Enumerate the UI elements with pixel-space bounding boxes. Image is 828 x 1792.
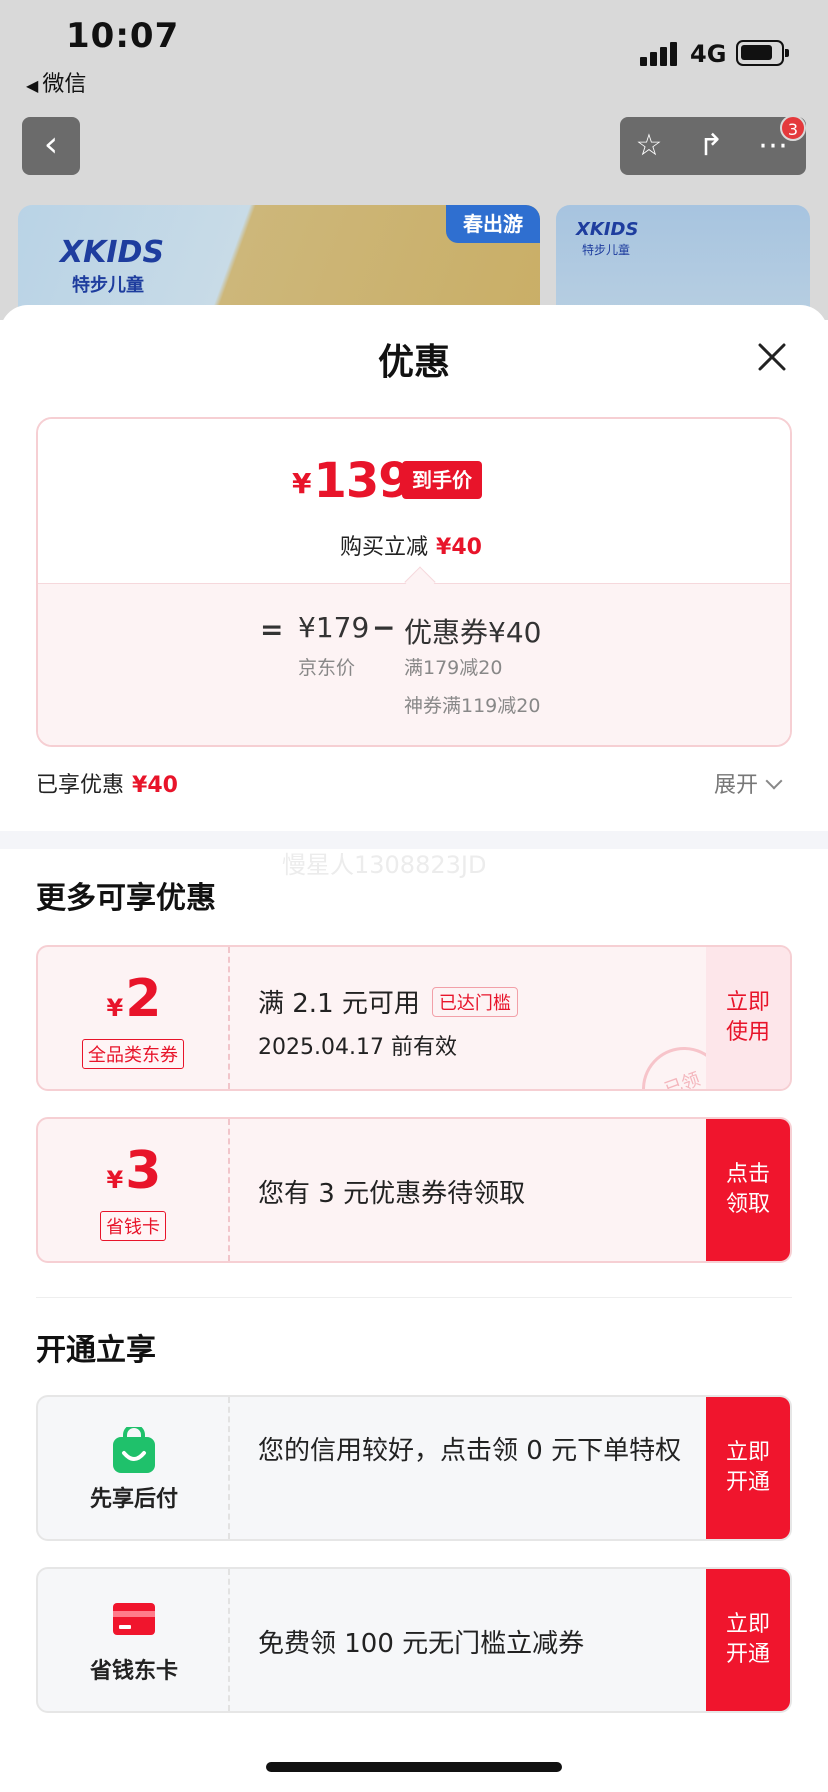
open-now-button[interactable]: 立即开通	[706, 1397, 790, 1539]
coupon-line: 神券满119减20	[404, 695, 541, 717]
brand-logo-2: XKIDS	[576, 219, 639, 240]
red-card-icon	[38, 1599, 230, 1643]
nav-back-button[interactable]: ‹	[22, 117, 80, 175]
back-app-label: 微信	[42, 72, 87, 97]
share-icon[interactable]: ↱	[682, 117, 740, 175]
back-to-app-link[interactable]: ◀ 微信	[26, 66, 86, 98]
final-price: ¥139	[292, 453, 412, 509]
close-icon[interactable]	[750, 335, 794, 379]
coupon-amount: ¥2	[106, 969, 162, 1029]
coupon-type-tag: 省钱卡	[100, 1211, 166, 1241]
more-discounts-title: 更多可享优惠	[36, 881, 216, 916]
sheet-title: 优惠	[377, 342, 450, 383]
use-now-button[interactable]: 立即使用	[706, 947, 790, 1089]
service-text: 您的信用较好，点击领 0 元下单特权	[258, 1436, 682, 1466]
expand-label: 展开	[714, 773, 759, 798]
network-type: 4G	[690, 40, 727, 68]
coupon-type-tag: 全品类东券	[82, 1039, 184, 1069]
coupon-text: 您有 3 元优惠券待领取	[258, 1179, 526, 1209]
signal-icon	[640, 42, 678, 66]
service-label: 先享后付	[89, 1487, 178, 1512]
service-label: 省钱东卡	[89, 1659, 178, 1684]
jd-price-label: 京东价	[298, 657, 356, 679]
price-breakdown-card: ¥139 到手价 购买立减 ¥40 = ¥179 京东价 − 优惠券¥40 满17…	[36, 417, 792, 747]
final-price-tag: 到手价	[402, 461, 482, 499]
brand-logo-sub: 特步儿童	[72, 275, 144, 296]
service-card[interactable]: 先享后付 您的信用较好，点击领 0 元下单特权 立即开通	[36, 1395, 792, 1541]
claim-button[interactable]: 点击领取	[706, 1119, 790, 1261]
brand-logo: XKIDS	[60, 235, 165, 270]
back-triangle-icon: ◀	[26, 76, 39, 95]
brand-logo-sub-2: 特步儿童	[582, 243, 631, 257]
star-icon[interactable]: ☆	[620, 117, 678, 175]
coupon-condition: 满 2.1 元可用 已达门槛	[258, 983, 518, 1020]
watermark: 慢星人1308823JD	[282, 851, 487, 879]
jd-price: ¥179	[298, 611, 370, 644]
nav-actions-group: ☆ ↱ ⋯	[620, 117, 806, 175]
divider	[36, 1297, 792, 1298]
chevron-down-icon	[765, 772, 783, 790]
background-page: 10:07 ◀ 微信 4G ‹ ☆ ↱ ⋯ 3 XKIDS 特步儿童 春出游 XK…	[0, 0, 828, 320]
status-time: 10:07	[66, 16, 180, 56]
battery-icon	[736, 40, 789, 66]
banner-tag: 春出游	[446, 205, 540, 243]
threshold-badge: 已达门槛	[431, 987, 518, 1017]
coupon-card[interactable]: ¥2 全品类东券 满 2.1 元可用 已达门槛 2025.04.17 前有效 已领…	[36, 945, 792, 1091]
status-bar: 10:07 ◀ 微信 4G	[0, 0, 828, 100]
green-bag-icon	[38, 1424, 230, 1479]
coupon-expiry: 2025.04.17 前有效	[258, 1035, 457, 1060]
service-text: 免费领 100 元无门槛立减券	[258, 1629, 585, 1659]
product-banner[interactable]: XKIDS 特步儿童 春出游	[18, 205, 540, 320]
coupon-card[interactable]: ¥3 省钱卡 您有 3 元优惠券待领取 点击领取	[36, 1117, 792, 1263]
coupon-amount: ¥3	[106, 1141, 162, 1201]
product-banner-2[interactable]: XKIDS 特步儿童	[556, 205, 810, 320]
coupon-total: 优惠券¥40	[404, 616, 542, 649]
coupon-line: 满179减20	[404, 657, 503, 679]
service-card[interactable]: 省钱东卡 免费领 100 元无门槛立减券 立即开通	[36, 1567, 792, 1713]
expand-toggle[interactable]: 展开	[714, 767, 783, 799]
message-badge: 3	[780, 115, 806, 141]
equals-sign: =	[260, 613, 284, 646]
minus-sign: −	[372, 611, 396, 644]
open-section-title: 开通立享	[36, 1333, 156, 1368]
open-now-button[interactable]: 立即开通	[706, 1569, 790, 1711]
enjoyed-discount: 已享优惠 ¥40	[36, 773, 178, 798]
home-indicator[interactable]	[266, 1762, 562, 1772]
buy-reduce: 购买立减 ¥40	[340, 535, 482, 560]
discount-sheet: 优惠 ¥139 到手价 购买立减 ¥40 = ¥179 京东价 − 优惠券¥40 …	[0, 305, 828, 1792]
